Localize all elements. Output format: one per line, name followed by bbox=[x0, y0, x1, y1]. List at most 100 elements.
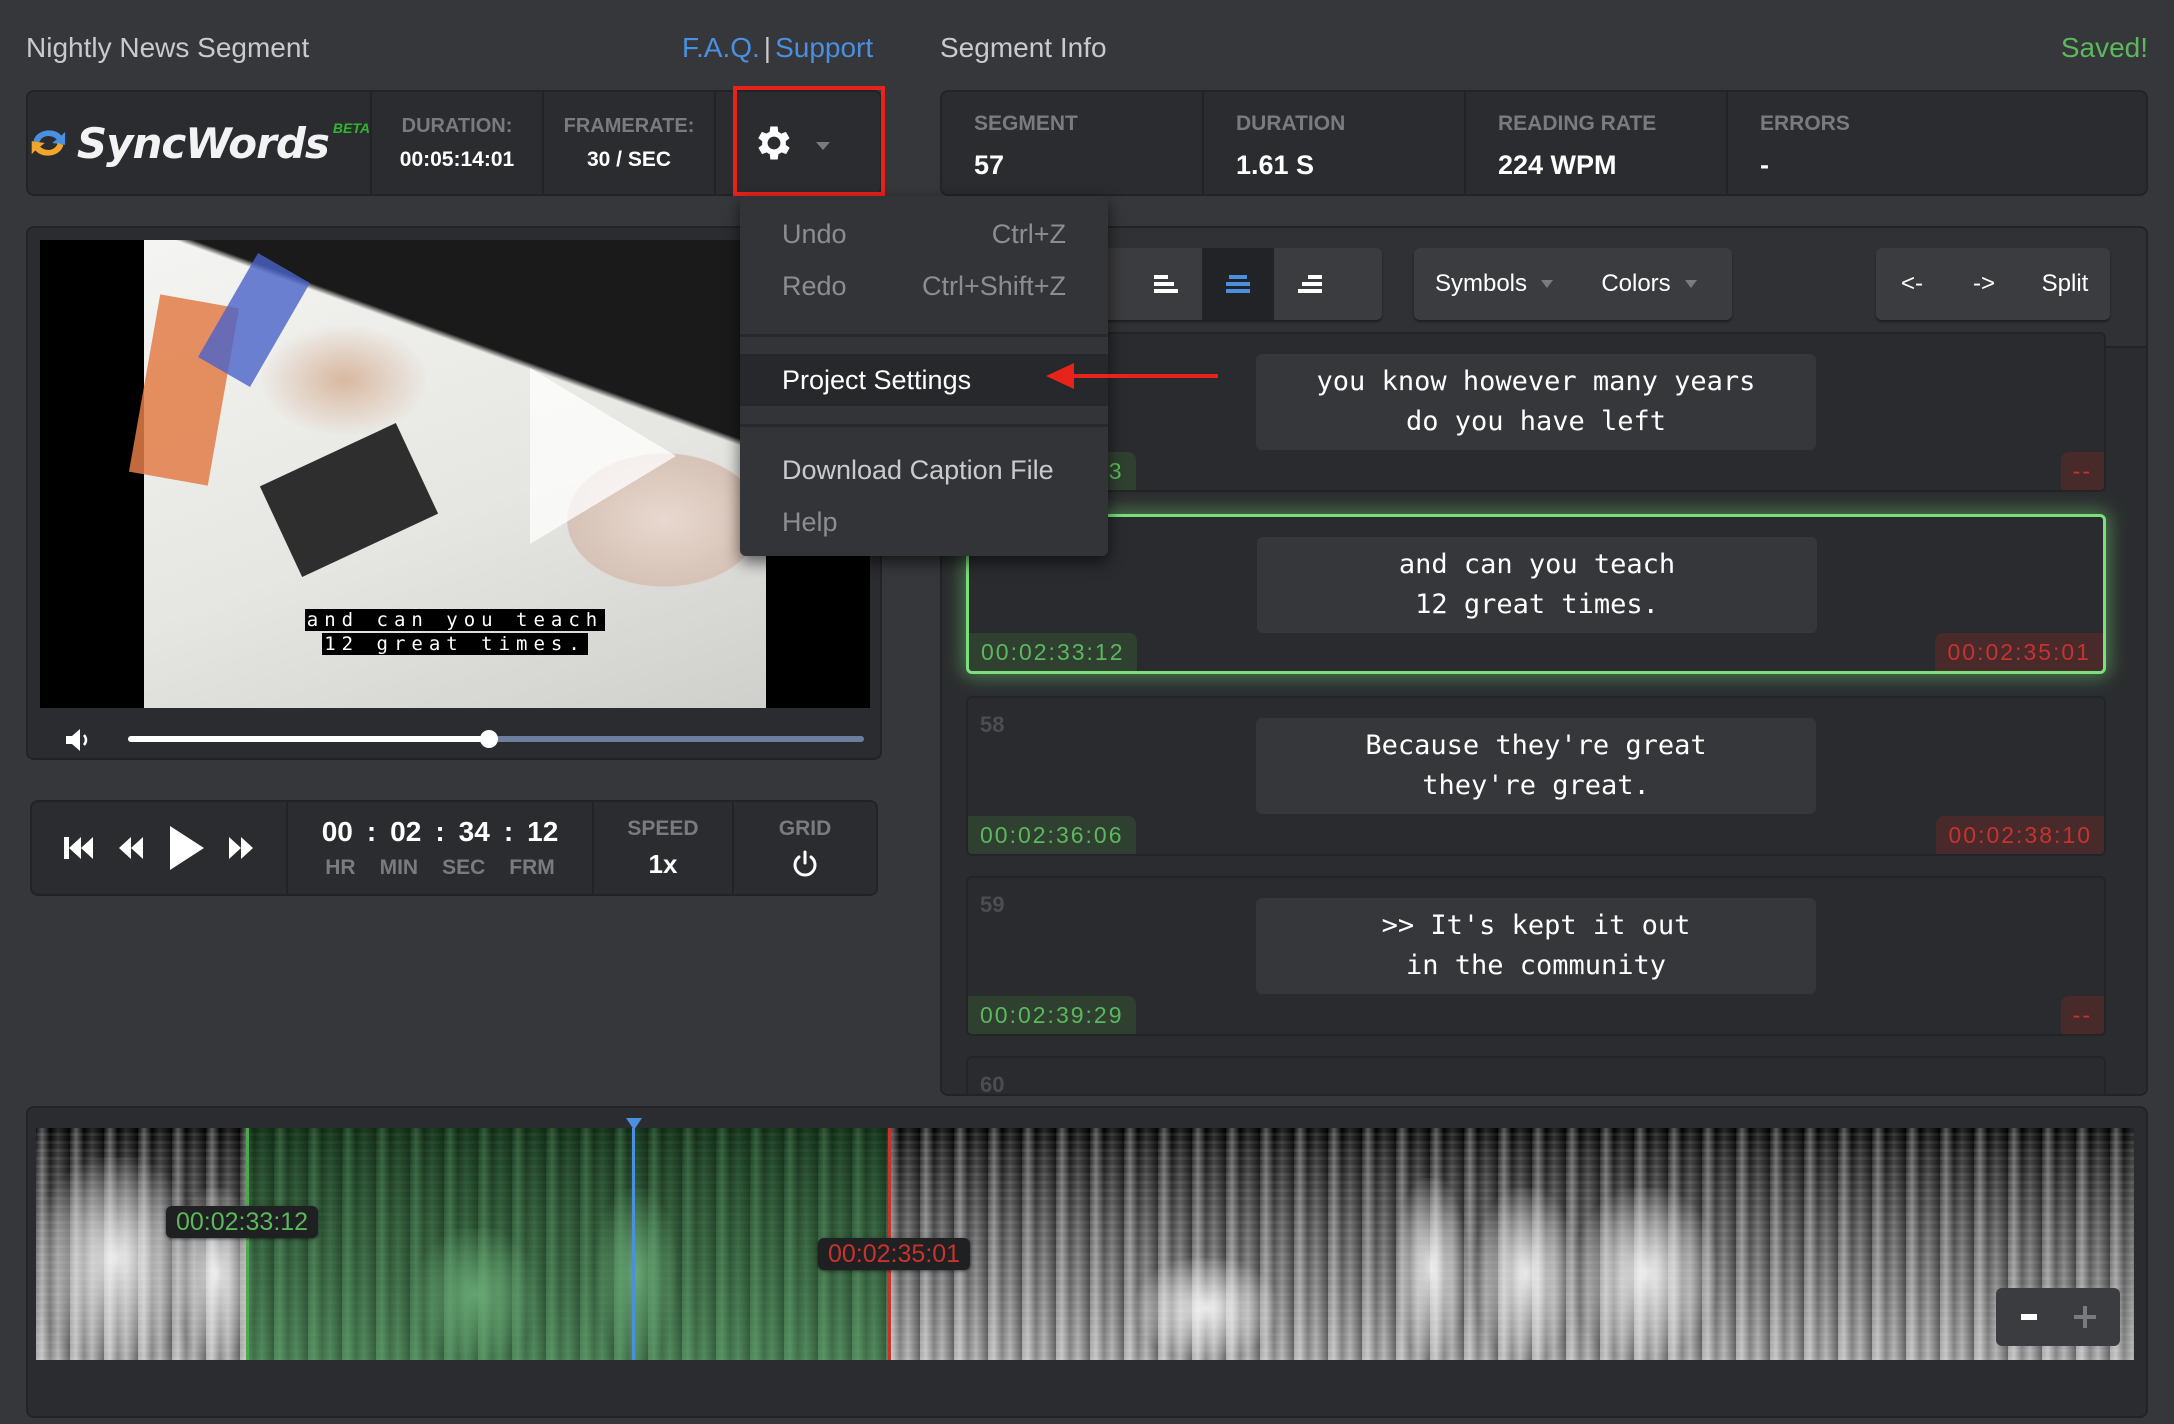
split-button[interactable]: Split bbox=[2020, 248, 2110, 320]
menu-item-shortcut: Ctrl+Shift+Z bbox=[921, 271, 1066, 301]
speed-control[interactable]: SPEED 1x bbox=[594, 802, 734, 894]
play-icon[interactable] bbox=[166, 824, 206, 872]
playhead-handle-icon[interactable] bbox=[626, 1118, 642, 1130]
segment-duration-label: DURATION bbox=[1236, 112, 1346, 135]
menu-item-label: Help bbox=[782, 507, 838, 537]
timecode-minutes: 02 bbox=[390, 816, 422, 847]
project-title: Nightly News Segment bbox=[26, 32, 310, 63]
segment-number: 58 bbox=[980, 712, 1005, 737]
next-segment-button[interactable]: -> bbox=[1948, 248, 2020, 320]
beta-badge: BETA bbox=[332, 120, 370, 136]
zoom-out-icon[interactable] bbox=[2020, 1314, 2037, 1320]
sync-arrows-icon bbox=[31, 130, 66, 156]
video-progress-slider[interactable] bbox=[128, 730, 864, 748]
menu-item-redo[interactable]: Redo Ctrl+Shift+Z bbox=[740, 260, 1108, 312]
colors-dropdown[interactable]: Colors bbox=[1574, 248, 1724, 320]
faq-link[interactable]: F.A.Q. bbox=[682, 32, 760, 63]
menu-divider bbox=[740, 334, 1108, 337]
progress-handle[interactable] bbox=[479, 730, 498, 748]
chevron-down-icon bbox=[1684, 280, 1697, 288]
align-right-button[interactable] bbox=[1274, 248, 1346, 320]
errors-stat: ERRORS - bbox=[1728, 92, 2146, 194]
segment-card[interactable]: 60 bbox=[966, 1056, 2106, 1096]
segment-end-time[interactable]: 00:02:35:01 bbox=[1935, 633, 2103, 671]
segment-start-time[interactable]: 00:02:33:12 bbox=[969, 633, 1137, 671]
segment-info-bar: SEGMENT 57 DURATION 1.61 S READING RATE … bbox=[940, 90, 2148, 196]
segment-end-time[interactable]: -- bbox=[2060, 452, 2104, 490]
speed-value: 1x bbox=[648, 848, 678, 879]
segment-end-time[interactable]: -- bbox=[2060, 996, 2104, 1034]
logo-wordmark: SyncWords bbox=[76, 118, 330, 168]
segment-text[interactable]: >> It's kept it out in the community bbox=[1256, 898, 1816, 994]
menu-item-label: Download Caption File bbox=[782, 455, 1054, 485]
segment-value: 57 bbox=[974, 150, 1005, 180]
transport-controls: 00 : 02 : 34 : 12 HR MIN SEC FRM SPEED 1… bbox=[30, 800, 878, 896]
segment-text[interactable]: and can you teach 12 great times. bbox=[1257, 537, 1817, 633]
menu-item-label: Undo bbox=[782, 219, 847, 249]
align-center-button[interactable] bbox=[1202, 248, 1274, 320]
segment-start-marker[interactable] bbox=[246, 1128, 249, 1360]
align-left-button[interactable] bbox=[1130, 248, 1202, 320]
align-right-icon bbox=[1298, 275, 1322, 293]
segment-text[interactable]: you know however many years do you have … bbox=[1256, 354, 1816, 450]
support-link[interactable]: Support bbox=[775, 32, 873, 63]
segment-number: 60 bbox=[980, 1072, 1005, 1096]
align-left-icon bbox=[1154, 275, 1178, 293]
play-overlay-icon[interactable] bbox=[530, 368, 676, 544]
progress-fill bbox=[128, 736, 489, 742]
segment-number-stat: SEGMENT 57 bbox=[942, 92, 1204, 194]
timecode-seconds: 34 bbox=[458, 816, 490, 847]
reading-rate-label: READING RATE bbox=[1498, 112, 1657, 135]
reading-rate-value: 224 WPM bbox=[1498, 150, 1617, 180]
segment-card[interactable]: 59 >> It's kept it out in the community … bbox=[966, 876, 2106, 1036]
zoom-in-icon[interactable] bbox=[2073, 1306, 2096, 1328]
current-timecode[interactable]: 00 : 02 : 34 : 12 HR MIN SEC FRM bbox=[288, 802, 594, 894]
skip-to-start-icon[interactable] bbox=[62, 833, 96, 863]
segment-duration-value: 1.61 S bbox=[1236, 150, 1315, 180]
errors-label: ERRORS bbox=[1760, 112, 1850, 135]
minutes-label: MIN bbox=[379, 856, 419, 879]
menu-item-undo[interactable]: Undo Ctrl+Z bbox=[740, 208, 1108, 260]
playhead-marker[interactable] bbox=[632, 1128, 635, 1360]
start-timecode-label: 00:02:33:12 bbox=[166, 1206, 319, 1238]
errors-value: - bbox=[1760, 150, 1769, 180]
segment-end-time[interactable]: 00:02:38:10 bbox=[1936, 816, 2104, 854]
video-caption-overlay: and can you teach 12 great times. bbox=[144, 608, 766, 656]
volume-icon[interactable] bbox=[62, 724, 94, 756]
waveform-timeline: 00:02:33:12 00:02:35:01 bbox=[26, 1106, 2148, 1418]
symbols-label: Symbols bbox=[1434, 270, 1528, 297]
menu-item-help[interactable]: Help bbox=[740, 496, 1108, 548]
align-center-icon bbox=[1226, 275, 1250, 293]
frames-label: FRM bbox=[509, 856, 555, 879]
power-icon bbox=[793, 850, 817, 877]
fast-forward-icon[interactable] bbox=[226, 833, 256, 863]
insert-button-group: Symbols Colors bbox=[1414, 248, 1732, 320]
timecode-separator: : bbox=[366, 816, 377, 847]
rewind-icon[interactable] bbox=[116, 833, 146, 863]
segment-start-time[interactable]: 00:02:39:29 bbox=[968, 996, 1136, 1034]
segment-card-selected[interactable]: 57 and can you teach 12 great times. 00:… bbox=[966, 514, 2106, 674]
segment-label: SEGMENT bbox=[974, 112, 1078, 135]
editor-toolbar: U Symbols Colors <- -> Split bbox=[942, 228, 2146, 348]
project-duration: DURATION: 00:05:14:01 bbox=[372, 92, 544, 194]
menu-divider bbox=[740, 424, 1108, 427]
caption-editor: U Symbols Colors <- -> Split bbox=[940, 226, 2148, 1096]
menu-item-shortcut: Ctrl+Z bbox=[991, 219, 1066, 249]
spectrogram[interactable]: 00:02:33:12 00:02:35:01 bbox=[36, 1128, 2134, 1360]
speed-label: SPEED bbox=[627, 816, 699, 840]
grid-toggle[interactable]: GRID bbox=[734, 802, 876, 894]
help-links: F.A.Q. | Support bbox=[682, 32, 873, 64]
segment-nav-group: <- -> Split bbox=[1876, 248, 2110, 320]
segment-card[interactable]: 56 you know however many years do you ha… bbox=[966, 332, 2106, 492]
segment-text[interactable]: Because they're great they're great. bbox=[1256, 718, 1816, 814]
link-separator: | bbox=[763, 32, 772, 63]
video-thumbnail: and can you teach 12 great times. bbox=[128, 240, 766, 708]
symbols-dropdown[interactable]: Symbols bbox=[1414, 248, 1574, 320]
segment-card[interactable]: 58 Because they're great they're great. … bbox=[966, 696, 2106, 856]
menu-item-download-caption-file[interactable]: Download Caption File bbox=[740, 444, 1108, 496]
syncwords-logo: SyncWords BETA bbox=[28, 92, 372, 194]
menu-item-label: Redo bbox=[782, 271, 847, 301]
previous-segment-button[interactable]: <- bbox=[1876, 248, 1948, 320]
segment-start-time[interactable]: 00:02:36:06 bbox=[968, 816, 1136, 854]
timecode-frames: 12 bbox=[527, 816, 559, 847]
